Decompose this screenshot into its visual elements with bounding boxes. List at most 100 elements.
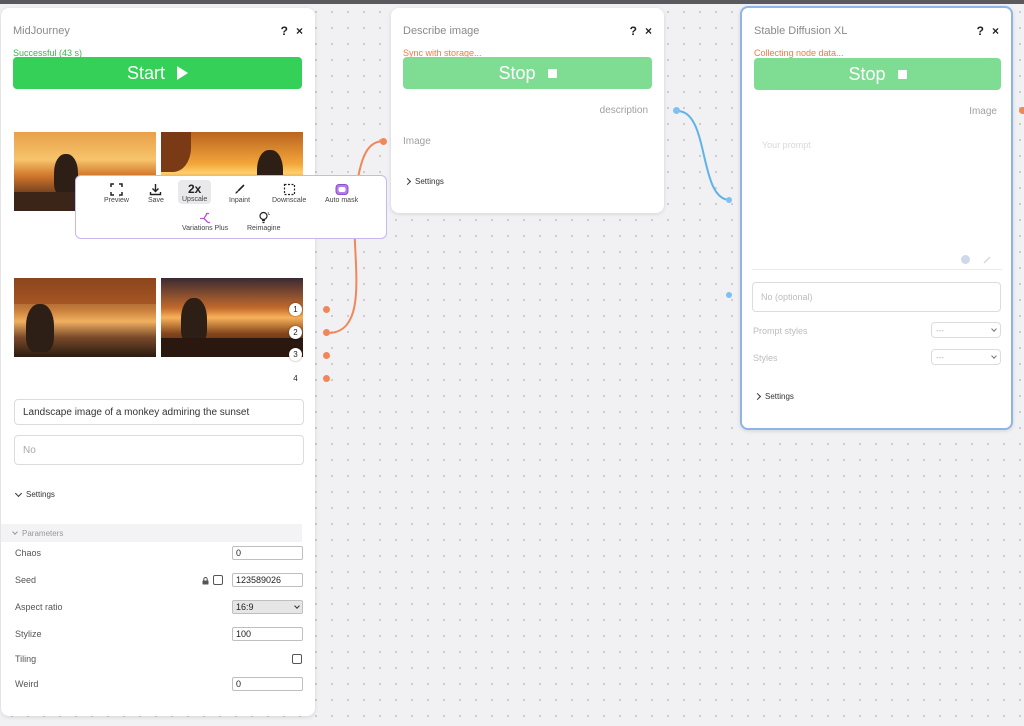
sdxl-negative-input-port[interactable] [726,292,732,298]
tiling-checkbox[interactable] [292,654,302,664]
lightbulb-icon [259,211,270,224]
output-port-1[interactable] [323,306,330,313]
start-button[interactable]: Start [13,57,302,89]
start-label: Start [126,62,165,83]
midjourney-node[interactable]: MidJourney ? × Successful (43 s) Start 1… [1,8,315,716]
parameters-header[interactable]: Parameters [1,524,302,542]
styles-label: Styles [753,353,778,363]
play-icon [177,66,188,80]
variations-icon [200,212,211,224]
describe-image-node[interactable]: Describe image ? × Sync with storage... … [391,8,664,213]
output-description-label: description [599,105,648,116]
chaos-field[interactable]: 0 [232,546,303,560]
preview-label: Preview [104,197,129,204]
negative-prompt-input[interactable]: No [14,435,304,465]
inpaint-label: Inpaint [229,197,251,204]
output-port-2[interactable] [323,329,330,336]
describe-output-port[interactable] [673,107,680,114]
stop-button[interactable]: Stop [403,57,652,89]
variations-plus-tool[interactable]: Variations Plus [182,210,228,232]
seed-lock-checkbox[interactable] [213,575,223,585]
prompt-styles-value: --- [936,325,944,335]
settings-label: Settings [26,490,55,499]
expand-icon [110,183,123,196]
reimagine-label: Reimagine [247,225,281,232]
weird-field[interactable]: 0 [232,677,303,691]
brush-icon [235,184,245,194]
prompt-styles-select[interactable]: --- [931,322,1001,338]
stylize-label: Stylize [15,629,42,639]
downscale-tool[interactable]: Downscale [272,182,306,204]
settings-label: Settings [415,177,444,186]
seed-field[interactable]: 123589026 [232,573,303,587]
chevron-down-icon [991,325,997,332]
output-2[interactable]: 2 [289,326,302,339]
stop-icon [897,69,907,79]
negative-prompt-input[interactable]: No (optional) [752,282,1001,312]
sdxl-node[interactable]: Stable Diffusion XL ? × Collecting node … [740,6,1013,430]
node-title: Describe image [403,25,480,37]
save-tool[interactable]: Save [148,182,164,204]
styles-value: --- [936,352,944,362]
stylize-field[interactable]: 100 [232,627,303,641]
negative-placeholder: No [23,444,36,456]
download-icon [150,184,162,196]
mask-icon [335,184,349,195]
reimagine-tool[interactable]: Reimagine [247,210,280,232]
lock-icon[interactable] [202,577,209,585]
output-port-4[interactable] [323,375,330,382]
save-label: Save [148,197,164,204]
downscale-label: Downscale [272,197,307,204]
weird-label: Weird [15,679,39,689]
settings-toggle[interactable]: Settings [403,177,444,186]
input-image-label: Image [403,136,431,147]
help-icon[interactable]: ? [977,24,984,38]
output-4[interactable]: 4 [289,372,302,385]
crop-icon [283,183,295,196]
chevron-down-icon [14,489,23,497]
prompt-text: Landscape image of a monkey admiring the… [23,406,250,418]
help-icon[interactable]: ? [630,24,637,38]
wand-icon[interactable] [982,254,993,265]
settings-toggle[interactable]: Settings [753,392,794,401]
sdxl-output-port[interactable] [1019,107,1024,114]
output-1[interactable]: 1 [289,303,302,316]
variations-label: Variations Plus [182,225,229,232]
chevron-down-icon [294,602,300,609]
prompt-input[interactable]: Landscape image of a monkey admiring the… [14,399,304,425]
stop-button[interactable]: Stop [754,58,1001,90]
stop-icon [547,68,557,78]
palette-icon[interactable] [960,254,971,265]
output-3[interactable]: 3 [289,348,302,361]
sdxl-prompt-input-port[interactable] [726,197,732,203]
auto-mask-label: Auto mask [325,197,359,204]
upscale-label: Upscale [182,196,208,203]
aspect-ratio-value: 16:9 [236,602,254,612]
wire-description-to-sdxl [676,109,731,201]
node-title: Stable Diffusion XL [754,25,848,37]
aspect-ratio-label: Aspect ratio [15,602,63,612]
chevron-down-icon [991,352,997,359]
upscale-2x-icon: 2x [187,181,202,196]
chaos-label: Chaos [15,548,42,558]
result-image-3[interactable] [14,278,156,357]
status-text: Collecting node data... [754,48,844,58]
prompt-placeholder: Your prompt [762,140,811,150]
close-icon[interactable]: × [992,24,999,38]
prompt-textarea[interactable]: Your prompt [752,130,1002,270]
settings-toggle[interactable]: Settings [14,489,55,499]
close-icon[interactable]: × [296,24,303,38]
inpaint-tool[interactable]: Inpaint [229,182,250,204]
close-icon[interactable]: × [645,24,652,38]
aspect-ratio-select[interactable]: 16:9 [232,600,303,614]
output-port-3[interactable] [323,352,330,359]
help-icon[interactable]: ? [281,24,288,38]
preview-tool[interactable]: Preview [104,182,129,204]
result-image-4[interactable] [161,278,303,357]
auto-mask-tool[interactable]: Auto mask [325,182,358,204]
upscale-tool[interactable]: 2x Upscale [178,180,212,204]
chevron-right-icon [753,392,762,401]
settings-label: Settings [765,392,794,401]
describe-input-port[interactable] [380,138,387,145]
styles-select[interactable]: --- [931,349,1001,365]
